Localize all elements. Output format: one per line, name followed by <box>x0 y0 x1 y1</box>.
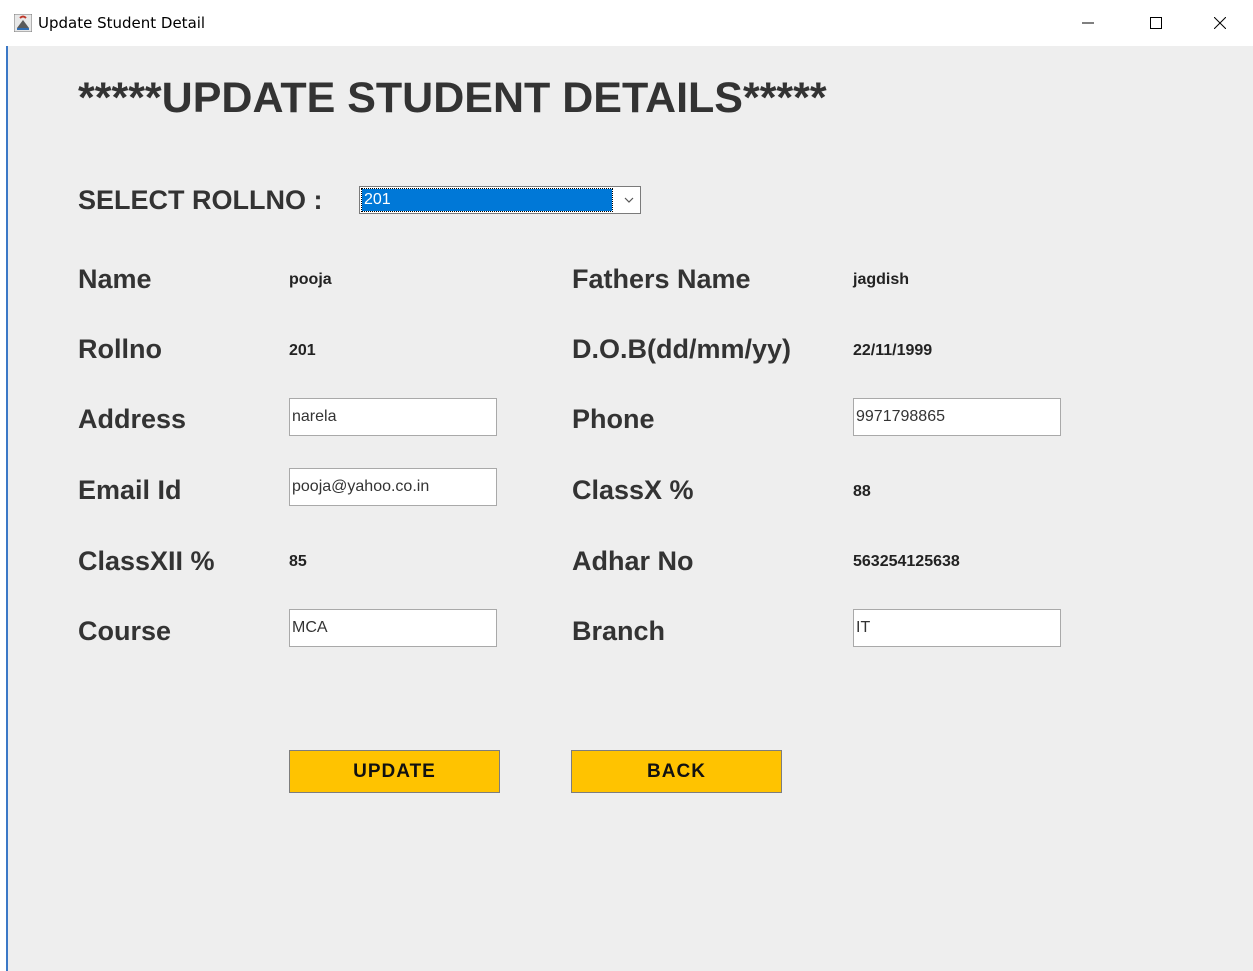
adhar-label: Adhar No <box>572 546 694 576</box>
java-cup-icon <box>14 14 32 32</box>
chevron-down-icon[interactable] <box>622 193 636 207</box>
update-button[interactable]: UPDATE <box>289 750 500 793</box>
close-icon <box>1214 17 1226 29</box>
address-input[interactable] <box>289 398 497 436</box>
form-panel: *****UPDATE STUDENT DETAILS***** SELECT … <box>8 46 1253 971</box>
minimize-icon <box>1082 22 1094 24</box>
classx-label: ClassX % <box>572 475 694 505</box>
page-title: *****UPDATE STUDENT DETAILS***** <box>78 74 827 122</box>
fathers-name-value: jagdish <box>853 271 910 288</box>
maximize-icon <box>1150 17 1162 29</box>
rollno-dropdown[interactable]: 201 <box>359 186 641 214</box>
address-label: Address <box>78 404 187 434</box>
close-button[interactable] <box>1197 0 1243 46</box>
classxii-label: ClassXII % <box>78 546 215 576</box>
phone-input[interactable] <box>853 398 1061 436</box>
back-button[interactable]: BACK <box>571 750 782 793</box>
classx-value: 88 <box>853 483 871 500</box>
select-rollno-label: SELECT ROLLNO : <box>78 185 323 215</box>
email-label: Email Id <box>78 475 182 505</box>
course-input[interactable] <box>289 609 497 647</box>
classxii-value: 85 <box>289 553 307 570</box>
fathers-name-label: Fathers Name <box>572 264 751 294</box>
name-label: Name <box>78 264 152 294</box>
title-bar[interactable]: Update Student Detail <box>0 0 1253 46</box>
rollno-selected-value: 201 <box>361 188 613 212</box>
minimize-button[interactable] <box>1065 0 1111 46</box>
rollno-label: Rollno <box>78 334 162 364</box>
dob-value: 22/11/1999 <box>853 342 933 359</box>
maximize-button[interactable] <box>1133 0 1179 46</box>
dob-label: D.O.B(dd/mm/yy) <box>572 334 792 364</box>
name-value: pooja <box>289 271 332 288</box>
branch-input[interactable] <box>853 609 1061 647</box>
branch-label: Branch <box>572 616 666 646</box>
window-title: Update Student Detail <box>38 14 206 32</box>
email-input[interactable] <box>289 468 497 506</box>
adhar-value: 563254125638 <box>853 553 960 570</box>
course-label: Course <box>78 616 172 646</box>
phone-label: Phone <box>572 404 655 434</box>
rollno-value: 201 <box>289 342 316 359</box>
